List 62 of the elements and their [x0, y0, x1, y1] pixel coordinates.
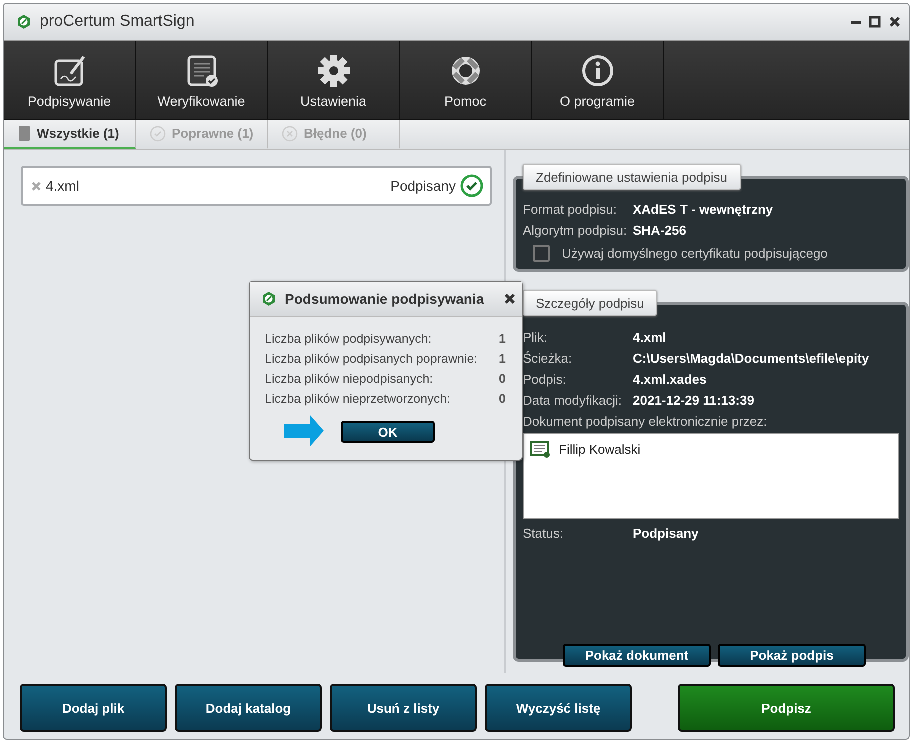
file-name: 4.xml — [46, 178, 80, 194]
signer-name[interactable]: Fillip Kowalski — [559, 442, 641, 457]
settings-icon — [316, 54, 350, 88]
file-list-item[interactable]: 4.xml Podpisany — [21, 166, 492, 206]
summary-label: Liczba plików niepodpisanych: — [265, 372, 434, 386]
field-label: Podpis: — [523, 372, 568, 387]
field-label: Data modyfikacji: — [523, 393, 623, 408]
action-button[interactable]: Podpisz — [678, 684, 895, 732]
field-value: Podpisany — [633, 526, 700, 541]
arrow-icon — [284, 415, 324, 447]
filter-tab[interactable]: Wszystkie (1) — [4, 120, 136, 149]
ok-button[interactable]: OK — [341, 421, 435, 443]
pen-tablet-icon — [52, 54, 86, 88]
summary-value: 1 — [499, 352, 506, 366]
field-value: XAdES T - wewnętrzny — [633, 202, 774, 217]
remove-icon — [31, 180, 42, 192]
action-button[interactable]: Dodaj plik — [20, 684, 167, 732]
field-label: Dokument podpisany elektronicznie przez: — [523, 412, 768, 431]
summary-value: 1 — [499, 332, 506, 346]
close-icon — [889, 16, 901, 28]
window-title: proCertum SmartSign — [40, 13, 196, 31]
field-label: Status: — [523, 526, 564, 541]
minimize-icon — [851, 20, 861, 24]
toolbar-button[interactable]: O programie — [532, 41, 664, 119]
check-circle-icon — [150, 126, 166, 142]
action-button[interactable]: Wyczyść listę — [485, 684, 632, 732]
panel-button[interactable]: Pokaż dokument — [563, 644, 711, 667]
toolbar-button[interactable]: Podpisywanie — [4, 41, 136, 119]
app-logo-icon — [261, 291, 277, 307]
info-icon — [580, 54, 614, 88]
toolbar-button[interactable]: Ustawienia — [268, 41, 400, 119]
field-value: C:\Users\Magda\Documents\efile\epity — [633, 351, 870, 366]
dialog-title: Podsumowanie podpisywania — [285, 291, 486, 307]
panel-button[interactable]: Pokaż podpis — [718, 644, 866, 667]
field-value: 4.xml.xades — [633, 372, 708, 387]
x-circle-icon — [282, 126, 298, 142]
app-logo-icon — [16, 14, 32, 30]
summary-label: Liczba plików nieprzetworzonych: — [265, 392, 451, 406]
group-heading: Zdefiniowane ustawienia podpisu — [523, 164, 741, 190]
summary-value: 0 — [499, 372, 506, 386]
field-label: Format podpisu: — [523, 202, 618, 217]
field-value: 2021-12-29 11:13:39 — [633, 393, 756, 408]
action-button[interactable]: Usuń z listy — [330, 684, 477, 732]
file-status: Podpisany — [390, 178, 456, 194]
document-icon — [18, 125, 31, 142]
field-label: Ścieżka: — [523, 351, 574, 366]
action-button[interactable]: Dodaj katalog — [175, 684, 322, 732]
toolbar-button[interactable]: Pomoc — [400, 41, 532, 119]
summary-label: Liczba plików podpisywanych: — [265, 332, 432, 346]
field-label: Plik: — [523, 330, 549, 345]
summary-value: 0 — [499, 392, 506, 406]
field-value: SHA-256 — [633, 223, 688, 238]
group-heading: Szczegóły podpisu — [523, 290, 658, 316]
field-label: Algorytm podpisu: — [523, 223, 628, 238]
maximize-icon — [869, 16, 881, 28]
summary-label: Liczba plików podpisanych poprawnie: — [265, 352, 478, 366]
close-icon[interactable] — [504, 293, 516, 305]
toolbar-button[interactable]: Weryfikowanie — [136, 41, 268, 119]
certificate-icon — [530, 440, 551, 459]
checkbox-label: Używaj domyślnego certyfikatu podpisującego — [562, 246, 828, 261]
field-value: 4.xml — [633, 330, 668, 345]
checkbox[interactable] — [533, 245, 550, 262]
